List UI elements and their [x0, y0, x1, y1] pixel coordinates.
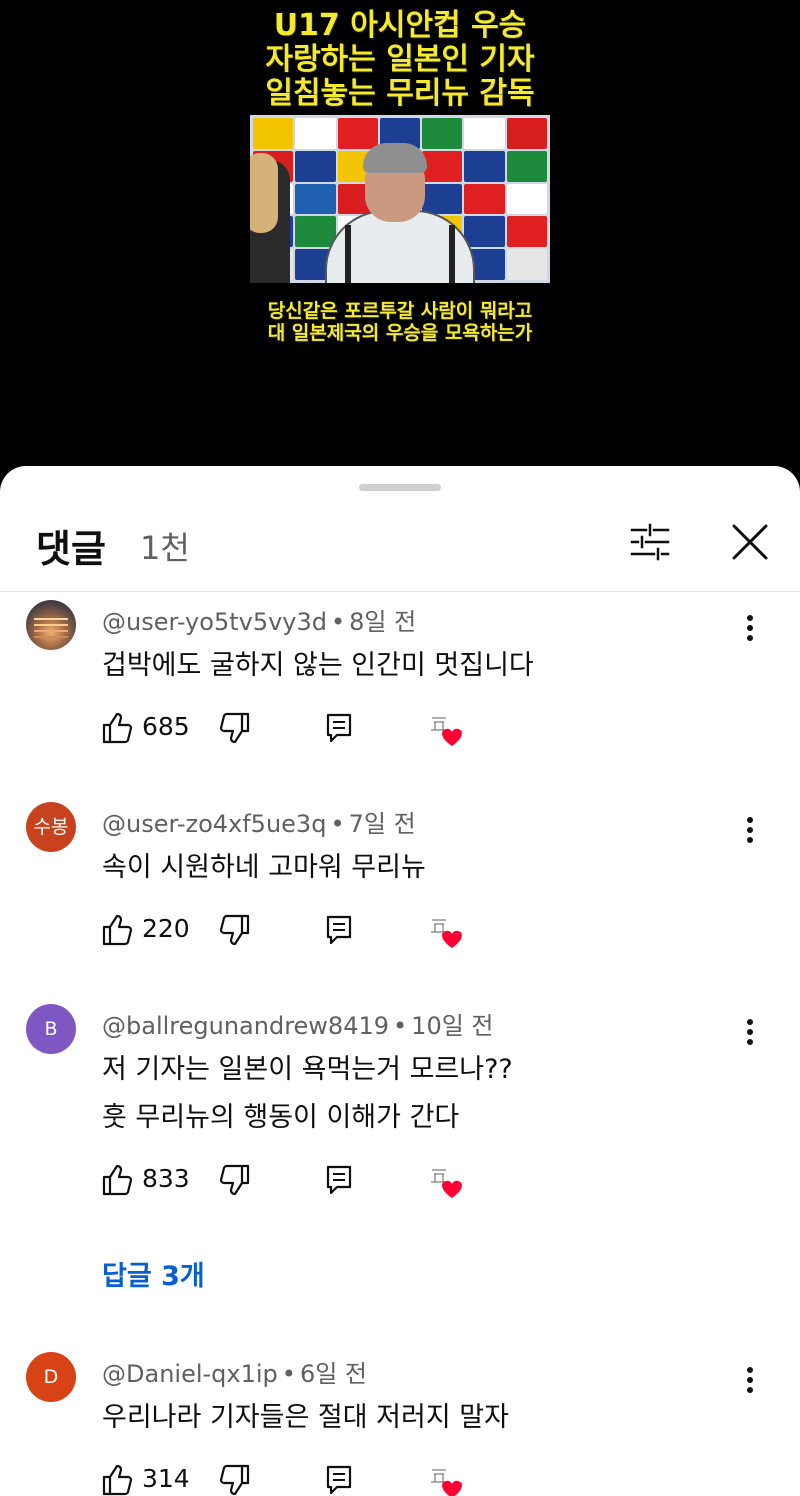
comment-meta: @user-zo4xf5ue3q • 7일 전 — [102, 810, 416, 838]
dislike-icon[interactable] — [218, 912, 252, 948]
dislike-icon[interactable] — [218, 1462, 252, 1496]
drag-handle[interactable] — [359, 484, 441, 491]
like-icon[interactable] — [100, 1462, 134, 1496]
comment-line: 저 기자는 일본이 욕먹는거 모르나?? — [102, 1054, 513, 1085]
more-vert-icon[interactable] — [736, 1012, 764, 1052]
video-title-line-3: 일침놓는 무리뉴 감독 — [265, 76, 535, 111]
comment-text: 저 기자는 일본이 욕먹는거 모르나?? 훗 무리뉴의 행동이 이해가 간다 — [102, 1046, 513, 1142]
reply-icon[interactable] — [325, 912, 353, 948]
comment-meta: @Daniel-qx1ip • 6일 전 — [102, 1360, 367, 1388]
comment-text: 겁박에도 굴하지 않는 인간미 멋집니다 — [102, 642, 534, 690]
like-icon[interactable] — [100, 912, 134, 948]
video-title-line-2: 자랑하는 일본인 기자 — [265, 42, 535, 77]
like-count: 685 — [142, 712, 190, 741]
comment-actions: 833 — [100, 1162, 500, 1202]
comment-text: 속이 시원하네 고마워 무리뉴 — [102, 844, 426, 892]
reply-icon[interactable] — [325, 1462, 353, 1496]
reply-icon[interactable] — [325, 1162, 353, 1198]
comment-time: 10일 전 — [411, 1012, 494, 1040]
comment-actions: 220 — [100, 912, 500, 952]
comments-count: 1천 — [140, 529, 190, 567]
comment-meta: @ballregunandrew8419 • 10일 전 — [102, 1012, 494, 1040]
creator-heart-icon — [431, 1469, 462, 1496]
more-vert-icon[interactable] — [736, 1360, 764, 1400]
comment-meta: @user-yo5tv5vy3d • 8일 전 — [102, 608, 417, 636]
dislike-icon[interactable] — [218, 1162, 252, 1198]
comment-line: 우리나라 기자들은 절대 저러지 말자 — [102, 1402, 509, 1433]
comment-text: 우리나라 기자들은 절대 저러지 말자 — [102, 1394, 509, 1442]
more-vert-icon[interactable] — [736, 608, 764, 648]
like-icon[interactable] — [100, 1162, 134, 1198]
comment-time: 6일 전 — [299, 1360, 367, 1388]
reply-icon[interactable] — [325, 710, 353, 746]
comment-author[interactable]: @ballregunandrew8419 — [102, 1012, 389, 1040]
video-player[interactable]: U17 아시안컵 우승 자랑하는 일본인 기자 일침놓는 무리뉴 감독 당신같은… — [0, 0, 800, 470]
avatar[interactable]: B — [26, 1004, 76, 1054]
comment-line: 속이 시원하네 고마워 무리뉴 — [102, 852, 426, 883]
video-title-line-1: U17 아시안컵 우승 — [273, 8, 527, 43]
comment-line: 훗 무리뉴의 행동이 이해가 간다 — [102, 1102, 460, 1133]
creator-heart-icon — [431, 919, 462, 948]
like-count: 314 — [142, 1464, 190, 1493]
close-icon[interactable] — [726, 518, 774, 566]
creator-heart-icon — [431, 717, 462, 746]
comments-header: 댓글 1천 — [0, 504, 800, 592]
avatar[interactable]: D — [26, 1352, 76, 1402]
filter-sliders-icon[interactable] — [626, 518, 674, 566]
comment-time: 7일 전 — [348, 810, 416, 838]
comment-time: 8일 전 — [349, 608, 417, 636]
comments-title: 댓글 — [36, 527, 106, 571]
like-count: 220 — [142, 914, 190, 943]
comment-author[interactable]: @Daniel-qx1ip — [102, 1360, 278, 1388]
avatar[interactable] — [26, 600, 76, 650]
creator-heart-icon — [431, 1169, 462, 1198]
video-frame — [250, 115, 550, 283]
like-icon[interactable] — [100, 710, 134, 746]
comment-line: 겁박에도 굴하지 않는 인간미 멋집니다 — [102, 650, 534, 681]
comment-author[interactable]: @user-zo4xf5ue3q — [102, 810, 326, 838]
comment-actions: 314 — [100, 1462, 500, 1496]
like-count: 833 — [142, 1164, 190, 1193]
more-vert-icon[interactable] — [736, 810, 764, 850]
comment-author[interactable]: @user-yo5tv5vy3d — [102, 608, 327, 636]
avatar[interactable]: 수봉 — [26, 802, 76, 852]
comment-actions: 685 — [100, 710, 500, 750]
video-subtitle-line-2: 대 일본제국의 우승을 모욕하는가 — [267, 322, 533, 344]
view-replies-link[interactable]: 답글 3개 — [102, 1254, 205, 1293]
comments-sheet: 댓글 1천 @user-yo5tv5vy3d • 8일 전 겁박에도 굴하지 않는 … — [0, 466, 800, 1496]
dislike-icon[interactable] — [218, 710, 252, 746]
